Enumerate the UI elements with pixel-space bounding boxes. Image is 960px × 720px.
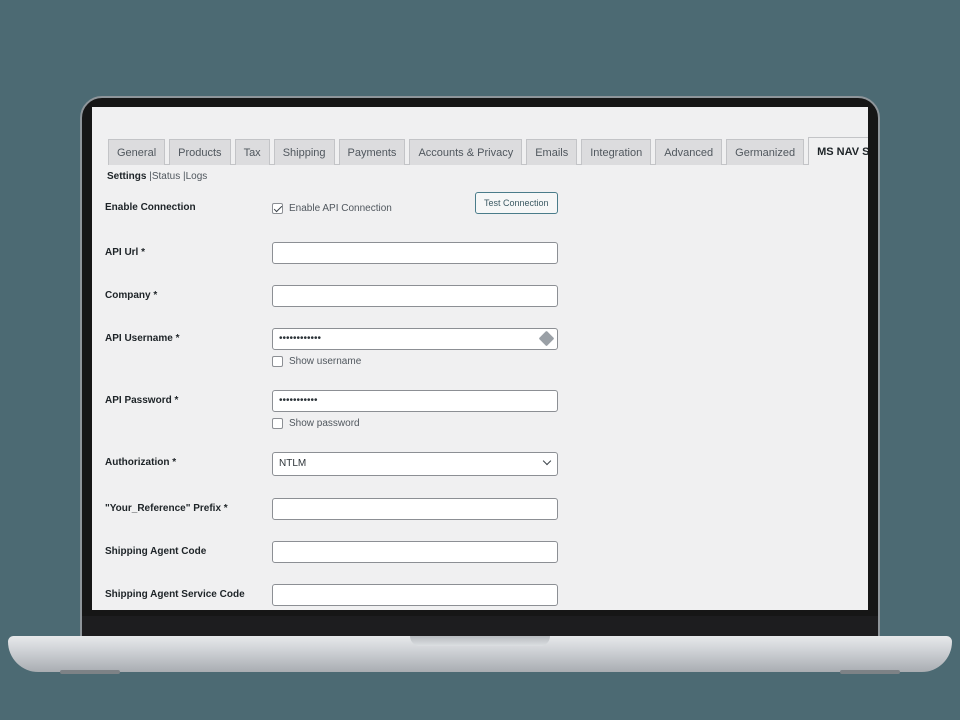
tab-payments[interactable]: Payments [338, 139, 406, 165]
reference-prefix-field[interactable] [272, 498, 558, 520]
shipping-agent-code-field[interactable] [272, 541, 558, 563]
authorization-select[interactable]: NTLM [272, 452, 558, 476]
password-manager-icon[interactable] [538, 330, 555, 347]
shipping-agent-service-code-label: Shipping Agent Service Code [105, 589, 245, 600]
tab-ms-nav-sync[interactable]: MS NAV Sync [808, 137, 868, 165]
show-password-label: Show password [289, 418, 360, 429]
company-label: Company * [105, 290, 158, 301]
enable-api-connection-option: Enable API Connection [272, 203, 392, 214]
show-password-checkbox[interactable] [272, 418, 283, 429]
company-field[interactable] [272, 285, 558, 307]
shipping-agent-service-code-field[interactable] [272, 584, 558, 606]
tab-general[interactable]: General [108, 139, 166, 165]
api-password-label: API Password * [105, 395, 179, 406]
subnav-settings[interactable]: Settings [107, 171, 146, 182]
laptop-base-notch [410, 636, 550, 646]
enable-connection-label: Enable Connection [105, 202, 196, 213]
show-username-label: Show username [289, 356, 362, 367]
api-username-field[interactable]: •••••••••••• [272, 328, 558, 350]
tab-shipping[interactable]: Shipping [273, 139, 335, 165]
test-connection-button[interactable]: Test Connection [475, 192, 558, 214]
show-username-option: Show username [272, 356, 361, 367]
tab-germanized[interactable]: Germanized [726, 139, 805, 165]
tab-integration[interactable]: Integration [581, 139, 652, 165]
enable-api-connection-checkbox[interactable] [272, 203, 283, 214]
tab-products[interactable]: Products [169, 139, 231, 165]
tab-accounts-privacy[interactable]: Accounts & Privacy [409, 139, 523, 165]
api-url-label: API Url * [105, 247, 146, 258]
api-url-field[interactable] [272, 242, 558, 264]
tab-emails[interactable]: Emails [526, 139, 578, 165]
settings-tabs: General Products Tax Shipping Payments A… [108, 137, 868, 165]
enable-api-connection-label: Enable API Connection [289, 203, 392, 214]
api-password-field[interactable]: ••••••••••• [272, 390, 558, 412]
api-username-value: •••••••••••• [279, 333, 322, 344]
reference-prefix-label: "Your_Reference" Prefix * [105, 503, 228, 514]
show-password-option: Show password [272, 418, 360, 429]
laptop-foot [840, 670, 900, 674]
shipping-agent-code-label: Shipping Agent Code [105, 546, 207, 557]
tab-tax[interactable]: Tax [234, 139, 270, 165]
laptop-foot [60, 670, 120, 674]
api-username-label: API Username * [105, 333, 180, 344]
subnav-logs[interactable]: Logs [186, 171, 208, 182]
authorization-value: NTLM [279, 458, 307, 469]
chevron-down-icon [542, 456, 552, 466]
screen: General Products Tax Shipping Payments A… [92, 107, 868, 610]
tab-advanced[interactable]: Advanced [655, 139, 723, 165]
show-username-checkbox[interactable] [272, 356, 283, 367]
subnav-status[interactable]: Status [152, 171, 180, 182]
authorization-label: Authorization * [105, 457, 177, 468]
sub-navigation: Settings |Status |Logs [107, 171, 207, 182]
